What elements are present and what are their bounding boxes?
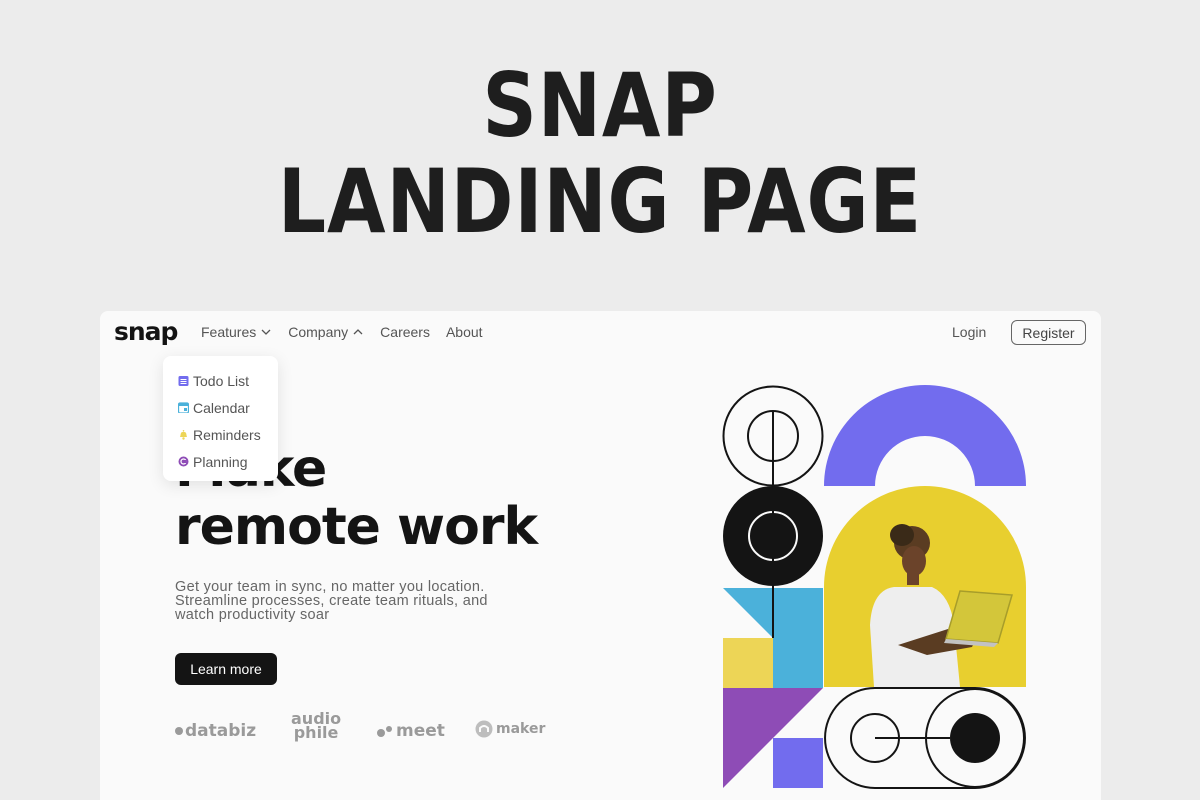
dropdown-item-reminders[interactable]: Reminders <box>163 421 278 448</box>
learn-more-button[interactable]: Learn more <box>175 653 277 685</box>
meet-label: meet <box>396 721 445 741</box>
dropdown-label: Todo List <box>193 372 250 389</box>
bell-icon <box>180 430 187 440</box>
dropdown-label: Calendar <box>193 399 250 416</box>
features-dropdown: Todo List Calendar Reminders Planning <box>163 356 278 481</box>
chevron-down-icon <box>261 329 271 335</box>
databiz-dot-icon <box>175 727 183 735</box>
subtitle-line-1: Get your team in sync, no matter you loc… <box>175 579 485 595</box>
yellow-block <box>723 638 773 688</box>
snap-logo[interactable]: snap <box>114 317 178 346</box>
client-logo-databiz: databiz <box>175 721 256 741</box>
purple-arch-shape <box>824 385 1026 486</box>
pill-black-dot <box>950 713 1000 763</box>
client-logo-maker: maker <box>475 720 545 738</box>
subtitle-line-2: Streamline processes, create team ritual… <box>175 593 488 609</box>
audiophile-line-2: phile <box>293 723 339 742</box>
register-button[interactable]: Register <box>1011 320 1086 345</box>
nav-features[interactable]: Features <box>201 324 272 340</box>
dropdown-label: Planning <box>193 453 248 470</box>
main-nav: Features Company Careers About <box>201 324 483 340</box>
maker-label: maker <box>496 721 546 737</box>
landing-page-preview: snap Features Company Careers About Logi… <box>100 311 1101 800</box>
todo-icon <box>178 376 189 386</box>
dropdown-label: Reminders <box>193 426 261 443</box>
maker-icon <box>475 720 493 738</box>
nav-careers-label: Careers <box>380 324 430 340</box>
headline-line-2: LANDING PAGE <box>277 150 923 253</box>
nav-company-label: Company <box>288 324 349 340</box>
page-headline: SNAP LANDING PAGE <box>0 58 1200 250</box>
planning-icon <box>178 456 189 467</box>
hero-heading-line-2: remote work <box>175 497 538 557</box>
hero-illustration <box>722 385 1026 789</box>
hero-subtitle: Get your team in sync, no matter you loc… <box>175 579 555 623</box>
client-logo-audiophile: audio phile <box>291 711 341 742</box>
purple-square <box>773 738 823 788</box>
headline-line-1: SNAP <box>482 54 718 157</box>
nav-company[interactable]: Company <box>288 324 364 340</box>
calendar-icon <box>178 402 189 413</box>
databiz-label: databiz <box>185 721 257 741</box>
nav-careers[interactable]: Careers <box>380 324 430 340</box>
nav-about[interactable]: About <box>446 324 483 340</box>
dropdown-item-todo-list[interactable]: Todo List <box>163 367 278 394</box>
client-logo-meet: meet <box>377 721 445 741</box>
meet-dots-icon <box>377 726 392 737</box>
chevron-up-icon <box>353 329 363 335</box>
subtitle-line-3: watch productivity soar <box>175 607 330 623</box>
login-link[interactable]: Login <box>952 324 986 340</box>
dropdown-item-planning[interactable]: Planning <box>163 448 278 475</box>
nav-features-label: Features <box>201 324 257 340</box>
dropdown-item-calendar[interactable]: Calendar <box>163 394 278 421</box>
nav-about-label: About <box>445 324 483 340</box>
